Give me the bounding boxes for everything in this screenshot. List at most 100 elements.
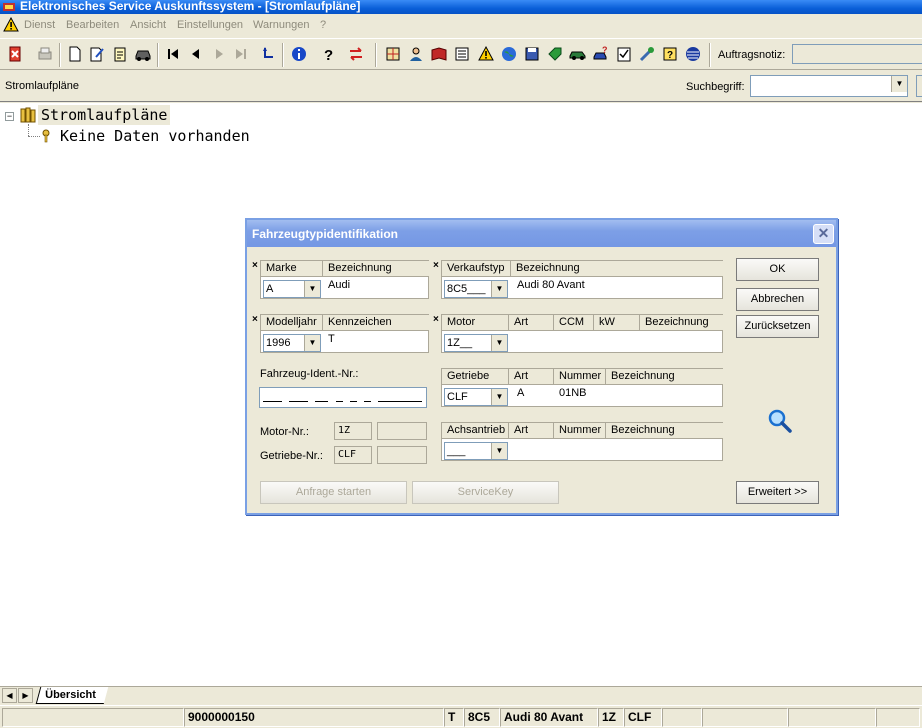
extended-button[interactable]: Erweitert >> (736, 481, 819, 504)
magnifier-icon[interactable] (767, 408, 793, 434)
brand-select[interactable]: A ▼ (263, 280, 321, 298)
tab-overview-label: Übersicht (45, 689, 96, 701)
chevron-down-icon[interactable]: ▼ (491, 281, 507, 297)
svg-text:?: ? (667, 50, 673, 61)
first-icon[interactable] (163, 44, 183, 64)
engine-number-field[interactable]: 1Z (334, 422, 372, 440)
info-icon[interactable] (289, 44, 309, 64)
status-panel-empty (788, 708, 876, 727)
column-header: Marke (261, 261, 323, 277)
tree-connector (28, 124, 29, 136)
status-engine: 1Z (598, 708, 624, 727)
axle-drive-value: ___ (447, 445, 466, 457)
checklist-icon[interactable] (614, 44, 634, 64)
toolbar-separator (709, 43, 711, 67)
tab-scroll-right-icon[interactable]: ▶ (18, 688, 33, 703)
menu-bar: Dienst Bearbeiten Ansicht Einstellungen … (0, 15, 922, 35)
sales-type-description: Audi 80 Avant (517, 279, 585, 291)
required-marker: × (433, 260, 439, 271)
chevron-down-icon[interactable]: ▼ (491, 335, 507, 351)
save-icon[interactable] (522, 44, 542, 64)
chevron-down-icon[interactable]: ▼ (891, 76, 907, 92)
wiring-icon[interactable] (383, 44, 403, 64)
engine-number-extra-field[interactable] (377, 422, 427, 440)
tab-scroll-left-icon[interactable]: ◀ (2, 688, 17, 703)
toolbar: ? ? ? Auftragsnotiz: (0, 38, 922, 70)
column-header: Achsantrieb (442, 423, 509, 439)
search-combo[interactable]: ▼ (750, 75, 908, 97)
tag-icon[interactable] (545, 44, 565, 64)
reset-button[interactable]: Zurücksetzen (736, 315, 819, 338)
help-icon[interactable]: ? (318, 44, 338, 64)
car-icon[interactable] (133, 44, 153, 64)
order-note-field[interactable] (792, 44, 922, 64)
chevron-down-icon[interactable]: ▼ (491, 389, 507, 405)
close-icon[interactable]: ✕ (813, 224, 834, 244)
toolbar-separator (157, 43, 159, 67)
edit-document-icon[interactable] (87, 44, 107, 64)
vehicle-icon[interactable] (568, 44, 588, 64)
status-kennzeichen: T (444, 708, 464, 727)
model-year-select[interactable]: 1996 ▼ (263, 334, 321, 352)
tree-root-label[interactable]: Stromlaufpläne (38, 105, 171, 125)
transmission-number-extra-field[interactable] (377, 446, 427, 464)
tree-child-label[interactable]: Keine Daten vorhanden (60, 127, 250, 145)
question-icon[interactable]: ? (660, 44, 680, 64)
dialog-title-bar[interactable]: Fahrzeugtypidentifikation ✕ (247, 220, 836, 247)
stack-icon[interactable] (683, 44, 703, 64)
transmission-number-field[interactable]: CLF (334, 446, 372, 464)
previous-icon[interactable] (186, 44, 206, 64)
service-icon[interactable]: ? (591, 44, 611, 64)
exit-icon[interactable] (5, 44, 25, 64)
column-header: Bezeichnung (606, 423, 723, 439)
menu-ansicht[interactable]: Ansicht (130, 19, 166, 31)
column-header: Nummer (554, 423, 606, 439)
search-extra-button[interactable] (916, 75, 922, 97)
return-icon[interactable] (259, 44, 279, 64)
person-icon[interactable] (406, 44, 426, 64)
toolbar-separator (375, 43, 377, 67)
menu-einstellungen[interactable]: Einstellungen (177, 19, 243, 31)
start-request-button[interactable]: Anfrage starten (260, 481, 407, 504)
sales-type-select[interactable]: 8C5___ ▼ (444, 280, 508, 298)
chevron-down-icon[interactable]: ▼ (304, 335, 320, 351)
engine-select[interactable]: 1Z__ ▼ (444, 334, 508, 352)
status-order-number: 9000000150 (184, 708, 444, 727)
tools-icon[interactable] (637, 44, 657, 64)
sales-type-value: 8C5___ (447, 283, 486, 295)
warning-icon[interactable] (476, 44, 496, 64)
menu-help[interactable]: ? (320, 19, 326, 31)
column-header: Nummer (554, 369, 606, 385)
list-icon[interactable] (452, 44, 472, 64)
book-icon[interactable] (429, 44, 449, 64)
menu-warnungen[interactable]: Warnungen (253, 19, 309, 31)
vin-input[interactable] (259, 387, 427, 408)
required-marker: × (433, 314, 439, 325)
next-icon[interactable] (209, 44, 229, 64)
status-transmission: CLF (624, 708, 662, 727)
menu-bearbeiten[interactable]: Bearbeiten (66, 19, 119, 31)
svg-text:?: ? (602, 45, 608, 55)
model-year-value: 1996 (266, 337, 291, 349)
chevron-down-icon[interactable]: ▼ (491, 443, 507, 459)
globe-icon[interactable] (499, 44, 519, 64)
chevron-down-icon[interactable]: ▼ (304, 281, 320, 297)
menu-dienst[interactable]: Dienst (24, 19, 55, 31)
ok-button[interactable]: OK (736, 258, 819, 281)
axle-drive-select[interactable]: ___ ▼ (444, 442, 508, 460)
brand-description: Audi (328, 279, 351, 291)
last-icon[interactable] (231, 44, 251, 64)
column-header: Bezeichnung (640, 315, 723, 331)
cancel-button[interactable]: Abbrechen (736, 288, 819, 311)
print-icon[interactable] (35, 44, 55, 64)
new-document-icon[interactable] (65, 44, 85, 64)
window-title-bar[interactable]: Elektronisches Service Auskunftssystem -… (0, 0, 922, 14)
tree-collapse-toggle[interactable]: − (5, 112, 14, 121)
notes-icon[interactable] (110, 44, 130, 64)
warning-icon[interactable] (3, 17, 19, 32)
tab-overview[interactable]: Übersicht (35, 687, 109, 704)
switch-icon[interactable] (346, 44, 366, 64)
order-note-label: Auftragsnotiz: (718, 49, 786, 61)
servicekey-button[interactable]: ServiceKey (412, 481, 559, 504)
transmission-select[interactable]: CLF ▼ (444, 388, 508, 406)
